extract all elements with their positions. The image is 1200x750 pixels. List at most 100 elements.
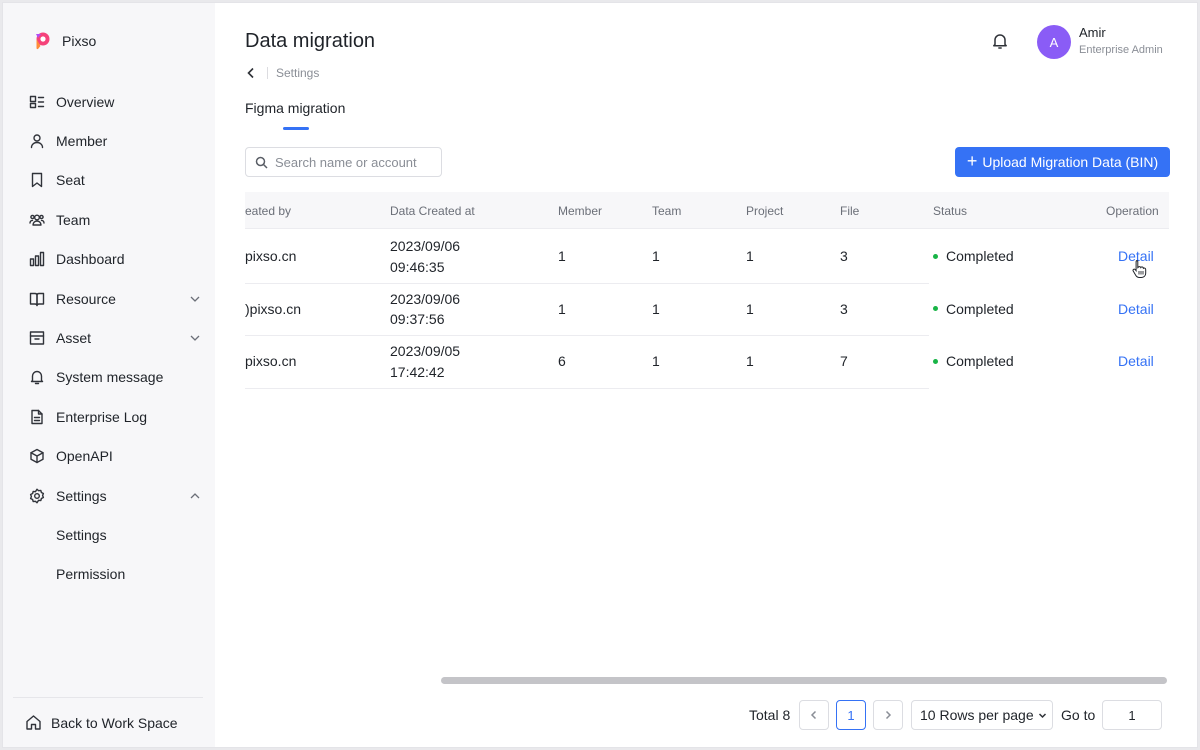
cell-team: 1 bbox=[652, 353, 660, 369]
pixso-logo-icon bbox=[36, 32, 50, 50]
table-row: pixso.cn 2023/09/05 17:42:42 6 1 1 7 Comp… bbox=[245, 336, 1169, 389]
bell-icon bbox=[28, 368, 46, 386]
sidebar-item-label: Member bbox=[56, 133, 108, 150]
notification-bell-icon[interactable] bbox=[991, 32, 1011, 52]
column-header-member[interactable]: Member bbox=[558, 204, 602, 218]
cell-time: 17:42:42 bbox=[390, 363, 445, 380]
logo[interactable]: Pixso bbox=[32, 31, 96, 51]
status-dot bbox=[933, 306, 938, 311]
tab-figma-migration[interactable]: Figma migration bbox=[245, 100, 345, 116]
status-badge: Completed bbox=[933, 248, 1014, 264]
cell-member: 6 bbox=[558, 353, 566, 369]
column-header-data-created-at[interactable]: Data Created at bbox=[390, 204, 475, 218]
avatar[interactable]: A bbox=[1037, 25, 1071, 59]
cell-team: 1 bbox=[652, 300, 660, 317]
user-icon bbox=[28, 132, 46, 150]
rows-per-page-select[interactable]: 10 Rows per page bbox=[911, 700, 1053, 730]
detail-link[interactable]: Detail bbox=[1118, 353, 1154, 369]
chevron-down-icon bbox=[1038, 712, 1046, 718]
sidebar-item-label: Resource bbox=[56, 290, 116, 307]
archive-icon bbox=[28, 329, 46, 347]
sidebar-item-system-message[interactable]: System message bbox=[3, 358, 215, 397]
status-text: Completed bbox=[946, 300, 1014, 317]
sidebar-item-label: Enterprise Log bbox=[56, 408, 148, 425]
next-page-button[interactable] bbox=[873, 700, 903, 730]
upload-button-label: Upload Migration Data (BIN) bbox=[982, 154, 1159, 170]
gear-icon bbox=[28, 487, 46, 505]
document-icon bbox=[28, 408, 46, 426]
prev-page-button[interactable] bbox=[799, 700, 829, 730]
column-header-file[interactable]: File bbox=[840, 204, 859, 218]
app-window: Pixso Overview Member Seat Team Dashboar… bbox=[2, 2, 1198, 748]
table-row: pixso.cn 2023/09/06 09:46:35 1 1 1 3 Comp… bbox=[245, 231, 1169, 284]
cell-created-by: )pixso.cn bbox=[245, 300, 302, 317]
breadcrumb: Settings bbox=[245, 66, 319, 80]
column-header-created-by[interactable]: eated by bbox=[245, 204, 291, 218]
upload-migration-data-button[interactable]: + Upload Migration Data (BIN) bbox=[955, 147, 1170, 177]
sidebar-item-resource[interactable]: Resource bbox=[3, 279, 215, 318]
home-icon bbox=[26, 715, 41, 730]
rows-per-page-value: 10 Rows per page bbox=[920, 707, 1034, 723]
sidebar-item-overview[interactable]: Overview bbox=[3, 82, 215, 121]
status-badge: Completed bbox=[933, 301, 1014, 317]
cell-member: 1 bbox=[558, 248, 566, 264]
sidebar-item-team[interactable]: Team bbox=[3, 200, 215, 239]
goto-label: Go to bbox=[1061, 707, 1096, 723]
status-dot bbox=[933, 358, 938, 364]
cell-project: 1 bbox=[746, 248, 754, 264]
cell-created-by: pixso.cn bbox=[245, 248, 297, 264]
book-icon bbox=[28, 290, 46, 308]
sidebar-item-enterprise-log[interactable]: Enterprise Log bbox=[3, 397, 215, 436]
status-badge: Completed bbox=[933, 353, 1014, 369]
cell-date: 2023/09/05 bbox=[390, 343, 461, 359]
chevron-up-icon[interactable] bbox=[189, 489, 201, 501]
sidebar-item-label: Seat bbox=[56, 172, 85, 189]
bar-chart-icon bbox=[28, 250, 46, 268]
sidebar-divider bbox=[13, 697, 203, 698]
table-row: )pixso.cn 2023/09/06 09:37:56 1 1 1 3 Com… bbox=[245, 284, 1169, 336]
page-title: Data migration bbox=[245, 30, 376, 52]
back-arrow-icon[interactable] bbox=[245, 66, 259, 80]
cell-created-at: 2023/09/06 09:37:56 bbox=[390, 289, 460, 330]
hand-cursor-icon bbox=[1132, 260, 1147, 278]
overview-icon bbox=[28, 93, 46, 111]
horizontal-scrollbar[interactable] bbox=[441, 677, 1167, 684]
chevron-down-icon[interactable] bbox=[189, 292, 201, 304]
sidebar-item-dashboard[interactable]: Dashboard bbox=[3, 240, 215, 279]
column-header-operation[interactable]: Operation bbox=[1106, 204, 1159, 218]
chevron-down-icon[interactable] bbox=[189, 331, 201, 343]
sidebar-subitem-permission[interactable]: Permission bbox=[3, 555, 215, 594]
back-to-workspace-button[interactable]: Back to Work Space bbox=[25, 714, 178, 731]
sidebar-item-label: System message bbox=[56, 369, 164, 386]
detail-link[interactable]: Detail bbox=[1118, 301, 1154, 317]
cell-project: 1 bbox=[746, 300, 754, 317]
row-divider bbox=[245, 387, 929, 389]
sidebar-subitem-settings[interactable]: Settings bbox=[3, 515, 215, 554]
cell-time: 09:37:56 bbox=[390, 311, 445, 327]
sidebar-item-label: Settings bbox=[56, 487, 107, 504]
column-header-status[interactable]: Status bbox=[933, 204, 967, 218]
breadcrumb-item[interactable]: Settings bbox=[276, 66, 319, 80]
app-name: Pixso bbox=[62, 33, 97, 49]
search-input[interactable] bbox=[275, 154, 435, 170]
sidebar-item-label: OpenAPI bbox=[56, 448, 113, 465]
sidebar-item-openapi[interactable]: OpenAPI bbox=[3, 437, 215, 476]
cell-created-at: 2023/09/06 09:46:35 bbox=[390, 236, 460, 277]
search-box[interactable] bbox=[245, 147, 442, 177]
user-role: Enterprise Admin bbox=[1079, 44, 1163, 56]
sidebar-item-settings[interactable]: Settings bbox=[3, 476, 215, 515]
cell-member: 1 bbox=[558, 300, 566, 317]
page-number-button[interactable]: 1 bbox=[836, 700, 866, 730]
column-header-team[interactable]: Team bbox=[652, 204, 681, 218]
goto-page-input[interactable] bbox=[1102, 700, 1162, 730]
cell-created-at: 2023/09/05 17:42:42 bbox=[390, 341, 460, 382]
cell-date: 2023/09/06 bbox=[390, 238, 461, 254]
sidebar-item-member[interactable]: Member bbox=[3, 121, 215, 160]
sidebar-item-seat[interactable]: Seat bbox=[3, 161, 215, 200]
status-dot bbox=[933, 253, 938, 259]
sidebar-item-asset[interactable]: Asset bbox=[3, 318, 215, 357]
cell-team: 1 bbox=[652, 248, 660, 264]
cell-project: 1 bbox=[746, 353, 754, 369]
plus-icon: + bbox=[966, 151, 978, 171]
column-header-project[interactable]: Project bbox=[746, 204, 783, 218]
